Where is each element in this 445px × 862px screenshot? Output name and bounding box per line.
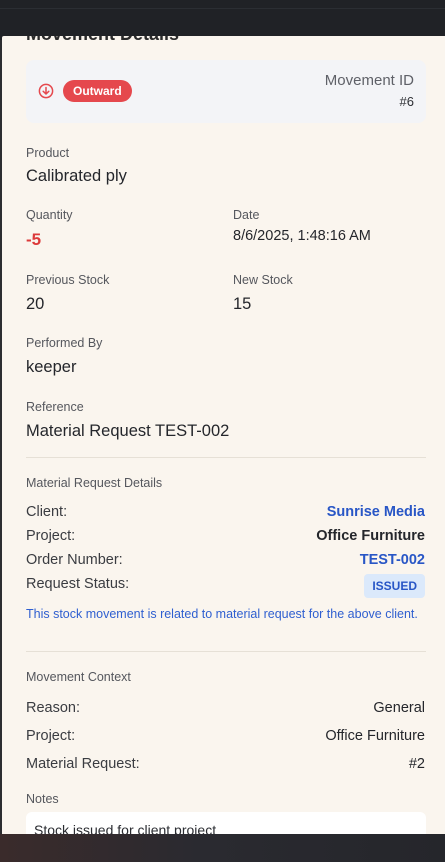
reason-label: Reason: xyxy=(26,700,81,716)
arrow-down-circle-icon xyxy=(38,83,54,99)
material-request-label: Material Request: xyxy=(26,756,140,772)
date-label: Date xyxy=(233,208,260,222)
section-divider xyxy=(26,457,426,458)
new-stock-value: 15 xyxy=(233,295,252,313)
reference-label: Reference xyxy=(26,400,84,414)
section-divider xyxy=(26,651,426,652)
context-project-label: Project: xyxy=(26,728,76,744)
background-top-bar xyxy=(0,0,445,40)
material-request-section-title: Material Request Details xyxy=(26,476,163,490)
order-number-label: Order Number: xyxy=(26,552,123,568)
previous-stock-value: 20 xyxy=(26,295,45,313)
request-status-badge: ISSUED xyxy=(364,574,425,598)
client-label: Client: xyxy=(26,504,68,520)
request-status-label: Request Status: xyxy=(26,576,130,592)
date-value: 8/6/2025, 1:48:16 AM xyxy=(233,228,371,244)
notes-text: Stock issued for client project xyxy=(34,822,217,834)
product-value: Calibrated ply xyxy=(26,167,127,185)
movement-type-badge: Outward xyxy=(63,80,132,102)
reason-value: General xyxy=(373,700,425,716)
quantity-label: Quantity xyxy=(26,208,73,222)
modal-title: Movement Details xyxy=(26,36,179,45)
background-bottom xyxy=(0,834,445,862)
previous-stock-label: Previous Stock xyxy=(26,273,110,287)
new-stock-label: New Stock xyxy=(233,273,293,287)
performed-by-label: Performed By xyxy=(26,336,103,350)
divider xyxy=(0,8,445,9)
movement-context-section-title: Movement Context xyxy=(26,670,131,684)
project-label: Project: xyxy=(26,528,76,544)
notes-section-title: Notes xyxy=(26,792,59,806)
client-link[interactable]: Sunrise Media xyxy=(327,504,425,520)
notes-box: Stock issued for client project xyxy=(26,812,426,834)
reference-value: Material Request TEST-002 xyxy=(26,422,230,440)
context-project-value: Office Furniture xyxy=(325,728,425,744)
material-request-value: #2 xyxy=(408,756,425,772)
project-value: Office Furniture xyxy=(316,528,425,544)
movement-summary-card: Outward Movement ID #6 xyxy=(26,60,426,123)
material-request-info-note: This stock movement is related to materi… xyxy=(26,607,418,621)
order-number-link[interactable]: TEST-002 xyxy=(360,552,425,568)
product-label: Product xyxy=(26,146,70,160)
movement-details-modal[interactable]: Movement Details Outward Movement ID #6 … xyxy=(2,36,445,834)
quantity-value: -5 xyxy=(26,230,42,249)
movement-id-value: #6 xyxy=(399,94,414,109)
movement-id-label: Movement ID xyxy=(324,72,414,89)
performed-by-value: keeper xyxy=(26,358,77,376)
